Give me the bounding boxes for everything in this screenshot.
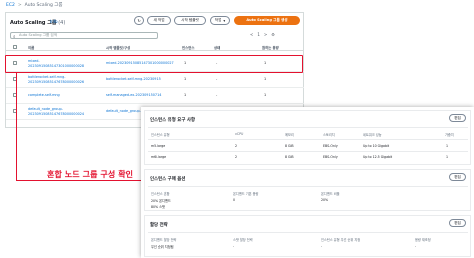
instances-value: 1: [184, 77, 187, 81]
cell-network: Up to 12.5 Gigabit: [363, 155, 393, 159]
cell-weight: 1: [446, 144, 449, 148]
label-on-demand-ratio: 온디맨드 비율: [321, 192, 340, 196]
pagination: < 1 > ⚙: [250, 32, 275, 37]
table-row[interactable]: bottlerocket-self-mng- 20230915085147678…: [6, 73, 304, 88]
label-spot-allocation: 스팟 할당 전략: [233, 238, 253, 242]
group-name-link-line2[interactable]: 20230915085147678000000026: [28, 80, 84, 84]
breadcrumb-separator: >: [17, 2, 22, 8]
cell-storage: EBS-Only: [323, 144, 338, 148]
col-storage: 스토리지: [323, 133, 335, 137]
breadcrumb-ec2-link[interactable]: EC2: [6, 3, 15, 8]
cell-instance-type: m5.large: [151, 144, 166, 148]
cell-storage: EBS-Only: [323, 155, 338, 159]
column-header-desired[interactable]: 원하는 용량: [262, 45, 279, 50]
section-title: 인스턴스 유형 요구 사항: [150, 118, 195, 123]
table-row[interactable]: complete-self-mng self-managed-ex-202309…: [6, 89, 304, 104]
label-capacity-rebalance: 용량 재조정: [415, 238, 431, 242]
divider: [148, 139, 468, 140]
label-priority: 인스턴스 유형 우선 순위 지정: [321, 238, 361, 242]
breadcrumb-current: Auto Scaling 그룹: [24, 3, 63, 8]
caret-down-icon: ▾: [223, 18, 226, 23]
allocation-strategy-section: 할당 전략 편집 온디맨드 할당 전략 스팟 할당 전략 인스턴스 유형 우선 …: [144, 215, 471, 257]
breadcrumb: EC2 > Auto Scaling 그룹: [6, 2, 63, 9]
cell-vcpu: 2: [235, 144, 238, 148]
create-action-button[interactable]: 새 작업: [147, 16, 171, 25]
value-spot-allocation: -: [233, 244, 235, 248]
group-name-link[interactable]: complete-self-mng: [28, 93, 60, 97]
label-on-demand-allocation: 온디맨드 할당 전략: [151, 238, 177, 242]
table-header: 이름 시작 템플릿/구성 인스턴스 상태 원하는 용량: [6, 43, 304, 51]
instances-value: 1: [184, 93, 187, 97]
refresh-button[interactable]: ↻: [134, 16, 144, 25]
status-value: -: [216, 77, 218, 81]
col-weight: 가중치: [445, 133, 454, 137]
divider: [148, 232, 468, 233]
select-all-checkbox[interactable]: [13, 45, 17, 49]
edit-button[interactable]: 편집: [449, 219, 466, 227]
desired-value: 1: [264, 77, 267, 81]
next-page-button[interactable]: >: [264, 32, 267, 37]
cell-memory: 8 GiB: [285, 155, 294, 159]
desired-value: 1: [264, 93, 267, 97]
column-header-status[interactable]: 상태: [214, 45, 220, 50]
col-vcpu: vCPU: [235, 132, 244, 136]
section-title: 인스턴스 구매 옵션: [150, 177, 186, 182]
group-name-link[interactable]: bottlerocket-self-mng-: [28, 75, 66, 79]
col-memory: 메모리: [285, 133, 294, 137]
value-on-demand-base: 0: [233, 198, 236, 202]
actions-label: 작업: [214, 18, 222, 22]
cell-network: Up to 10 Gigabit: [363, 144, 390, 148]
status-value: -: [216, 93, 218, 97]
value-capacity-rebalance: -: [415, 244, 417, 248]
table-settings-icon[interactable]: ⚙: [271, 32, 275, 37]
column-header-name[interactable]: 이름: [28, 45, 34, 50]
edit-button[interactable]: 편집: [449, 173, 466, 181]
value-on-demand-allocation: 우선 순위 지정됨: [151, 245, 174, 249]
group-detail-panel: 인스턴스 유형 요구 사항 편집 인스턴스 유형 vCPU 메모리 스토리지 네…: [141, 107, 474, 258]
search-placeholder: Auto Scaling 그룹 검색: [19, 33, 58, 37]
search-icon: ⌕: [13, 34, 16, 40]
launch-template-link[interactable]: bottlerocket-self-mng-20230915: [106, 77, 161, 81]
column-header-instances[interactable]: 인스턴스: [182, 45, 194, 50]
instance-requirements-section: 인스턴스 유형 요구 사항 편집 인스턴스 유형 vCPU 메모리 스토리지 네…: [144, 110, 471, 165]
purchase-options-section: 인스턴스 구매 옵션 편집 인스턴스 혼합 온디맨드 기본 용량 온디맨드 비율…: [144, 169, 471, 211]
cell-memory: 8 GiB: [285, 144, 294, 148]
current-page[interactable]: 1: [257, 32, 260, 37]
callout-line-vertical: [16, 73, 17, 180]
prev-page-button[interactable]: <: [250, 32, 253, 37]
column-header-template[interactable]: 시작 템플릿/구성: [106, 45, 130, 50]
actions-dropdown[interactable]: 작업 ▾: [210, 16, 230, 25]
label-on-demand-base: 온디맨드 기본 용량: [233, 192, 259, 196]
list-count: (4): [58, 20, 66, 26]
col-network: 네트워크 성능: [363, 133, 382, 137]
callout-label: 혼합 노드 그룹 구성 확인: [47, 170, 134, 179]
launch-template-button[interactable]: 시작 템플릿: [174, 16, 206, 25]
callout-line-horizontal: [16, 180, 141, 181]
divider: [148, 151, 468, 152]
value-instance-mix: 20% 온디맨드: [151, 199, 171, 203]
value-on-demand-ratio: 20%: [321, 198, 329, 202]
launch-template-link[interactable]: self-managed-ex-202309150714: [106, 93, 161, 97]
cell-weight: 1: [446, 155, 449, 159]
search-input[interactable]: ⌕ Auto Scaling 그룹 검색: [10, 32, 158, 40]
create-auto-scaling-group-button[interactable]: Auto Scaling 그룹 생성: [234, 16, 300, 25]
divider: [148, 186, 468, 187]
cell-vcpu: 2: [235, 155, 238, 159]
label-instance-mix: 인스턴스 혼합: [151, 192, 170, 196]
divider: [148, 127, 468, 128]
value-instance-mix-spot: 80% 스팟: [151, 205, 165, 209]
value-priority: -: [321, 244, 323, 248]
group-name-link[interactable]: default_node_group-: [28, 107, 63, 111]
col-instance-type: 인스턴스 유형: [151, 133, 170, 137]
edit-button[interactable]: 편집: [449, 114, 466, 122]
section-title: 할당 전략: [150, 223, 168, 228]
highlight-box: [5, 55, 303, 73]
info-link[interactable]: Info: [50, 19, 58, 24]
cell-instance-type: m6i.large: [151, 155, 167, 159]
group-name-link-line2[interactable]: 20230915085147678000000024: [28, 112, 84, 116]
